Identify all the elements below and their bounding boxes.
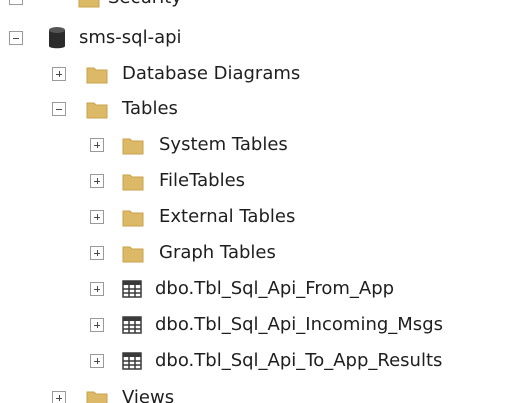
tree-node-graph-tables[interactable]: Graph Tables: [0, 239, 509, 267]
tree-label-top-partial: Security: [108, 0, 182, 10]
collapse-toggle-icon[interactable]: [52, 102, 66, 116]
expand-toggle-icon[interactable]: [52, 67, 66, 81]
tree-label-tables: Tables: [122, 98, 178, 119]
table-icon: [122, 280, 142, 303]
folder-icon: [122, 243, 144, 268]
tree-label-table-to-app-results: dbo.Tbl_Sql_Api_To_App_Results: [155, 350, 443, 371]
expand-toggle-icon[interactable]: [90, 318, 104, 332]
tree-node-table-from-app[interactable]: dbo.Tbl_Sql_Api_From_App: [0, 275, 509, 303]
folder-icon: [122, 135, 144, 160]
tree-label-system-tables: System Tables: [159, 134, 288, 155]
tree-node-external-tables[interactable]: External Tables: [0, 203, 509, 231]
expand-toggle-icon[interactable]: [90, 282, 104, 296]
tree-node-system-tables[interactable]: System Tables: [0, 131, 509, 159]
expand-toggle-icon[interactable]: [90, 246, 104, 260]
expand-toggle-icon[interactable]: [90, 174, 104, 188]
folder-icon: [78, 0, 100, 13]
expand-toggle-icon[interactable]: [90, 354, 104, 368]
folder-icon: [122, 207, 144, 232]
database-icon: [48, 26, 66, 55]
collapse-toggle-icon[interactable]: [9, 0, 23, 5]
tree-node-database-diagrams[interactable]: Database Diagrams: [0, 60, 509, 88]
tree-node-tables[interactable]: Tables: [0, 95, 509, 123]
tree-label-graph-tables: Graph Tables: [159, 242, 276, 263]
tree-label-table-from-app: dbo.Tbl_Sql_Api_From_App: [155, 278, 395, 299]
tree-label-filetables: FileTables: [159, 170, 246, 191]
tree-node-filetables[interactable]: FileTables: [0, 167, 509, 195]
tree-label-database-diagrams: Database Diagrams: [122, 63, 301, 84]
folder-icon: [86, 64, 108, 89]
expand-toggle-icon[interactable]: [52, 391, 66, 403]
tree-node-database[interactable]: sms-sql-api: [0, 24, 509, 52]
tree-node-table-incoming-msgs[interactable]: dbo.Tbl_Sql_Api_Incoming_Msgs: [0, 311, 509, 339]
folder-icon: [122, 171, 144, 196]
tree-label-external-tables: External Tables: [159, 206, 296, 227]
tree-node-views[interactable]: Views: [0, 384, 509, 403]
tree-row-partial-top[interactable]: Security: [0, 0, 509, 12]
tree-label-table-incoming-msgs: dbo.Tbl_Sql_Api_Incoming_Msgs: [155, 314, 443, 335]
folder-icon: [86, 99, 108, 124]
tree-node-table-to-app-results[interactable]: dbo.Tbl_Sql_Api_To_App_Results: [0, 347, 509, 375]
table-icon: [122, 352, 142, 375]
expand-toggle-icon[interactable]: [90, 138, 104, 152]
table-icon: [122, 316, 142, 339]
collapse-toggle-icon[interactable]: [9, 31, 23, 45]
tree-label-views: Views: [122, 387, 175, 403]
folder-icon: [86, 388, 108, 403]
expand-toggle-icon[interactable]: [90, 210, 104, 224]
tree-label-database: sms-sql-api: [79, 27, 182, 48]
